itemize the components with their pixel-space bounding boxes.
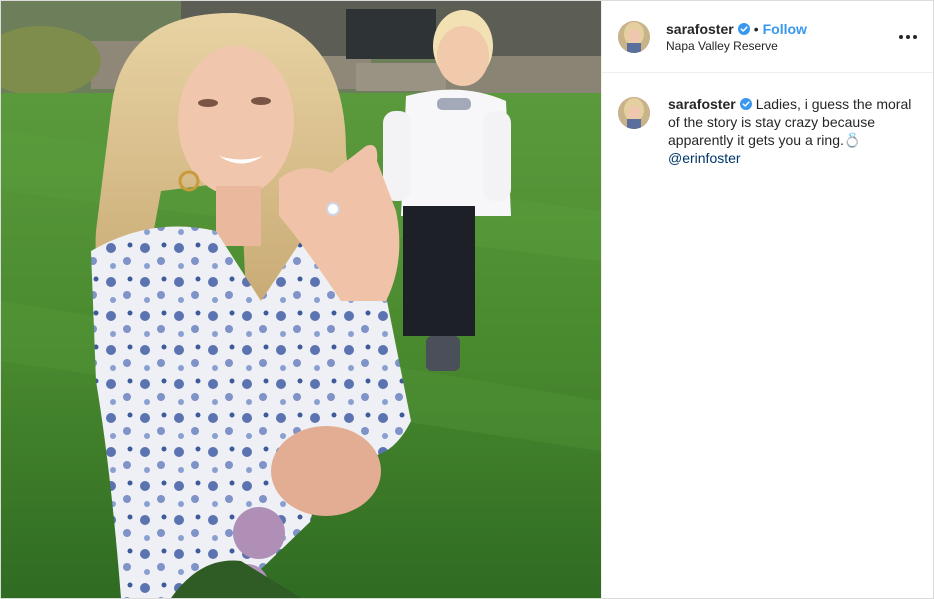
verified-badge-icon	[737, 22, 750, 35]
instagram-post: sarafoster • Follow Napa Valley Reserve	[0, 0, 934, 599]
author-username[interactable]: sarafoster	[666, 20, 734, 38]
header-line: sarafoster • Follow	[666, 20, 807, 38]
author-avatar[interactable]	[618, 20, 650, 53]
post-header: sarafoster • Follow Napa Valley Reserve	[602, 1, 933, 73]
more-options-icon[interactable]	[899, 28, 917, 46]
follow-button[interactable]: Follow	[763, 20, 807, 38]
verified-badge-icon	[739, 98, 752, 110]
caption-username[interactable]: sarafoster	[668, 96, 736, 112]
separator-dot: •	[753, 20, 759, 37]
caption-body: sarafoster Ladies, i guess the moral of t…	[668, 95, 917, 167]
header-text: sarafoster • Follow Napa Valley Reserve	[666, 20, 807, 54]
post-photo-illustration	[1, 1, 601, 598]
caption-avatar[interactable]	[618, 97, 650, 129]
avatar-image	[618, 20, 650, 53]
caption-comment: sarafoster Ladies, i guess the moral of t…	[602, 73, 933, 167]
caption-mention-link[interactable]: @erinfoster	[668, 149, 917, 167]
post-photo[interactable]	[1, 1, 601, 598]
post-side-panel: sarafoster • Follow Napa Valley Reserve	[601, 1, 933, 598]
caption-avatar-image	[618, 97, 650, 129]
location-link[interactable]: Napa Valley Reserve	[666, 39, 807, 54]
